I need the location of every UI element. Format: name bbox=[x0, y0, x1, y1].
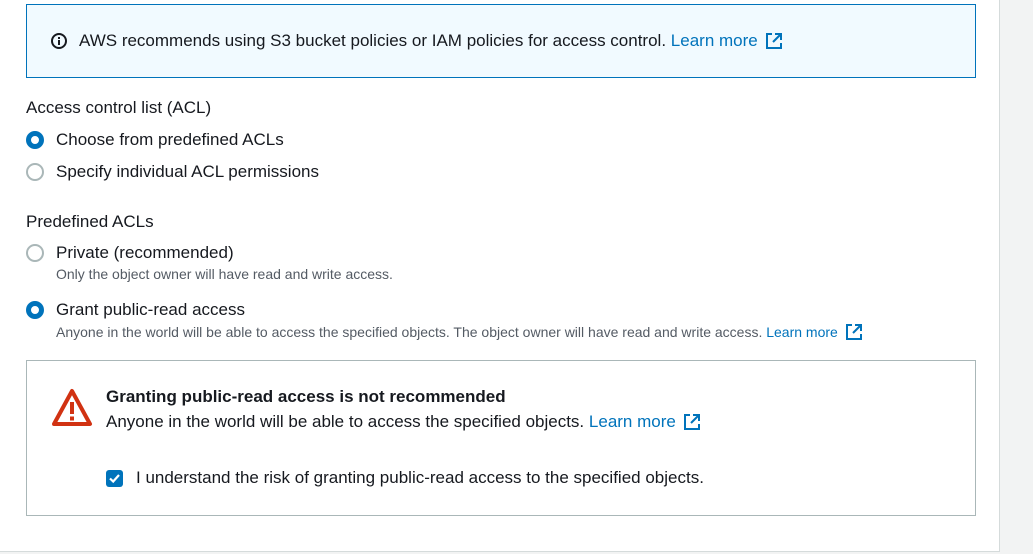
external-link-icon bbox=[845, 323, 863, 341]
radio-private[interactable]: Private (recommended) bbox=[26, 243, 234, 263]
acl-settings-panel: AWS recommends using S3 bucket policies … bbox=[0, 0, 1000, 552]
radio-label: Specify individual ACL permissions bbox=[56, 162, 319, 181]
public-read-learn-more-label: Learn more bbox=[766, 324, 838, 340]
external-link-icon bbox=[765, 32, 783, 50]
radio-indicator[interactable] bbox=[26, 163, 44, 181]
radio-indicator[interactable] bbox=[26, 131, 44, 149]
info-banner-text: AWS recommends using S3 bucket policies … bbox=[79, 31, 667, 50]
warning-learn-more-link[interactable]: Learn more bbox=[589, 412, 701, 432]
radio-private-description: Only the object owner will have read and… bbox=[56, 266, 393, 282]
radio-indicator[interactable] bbox=[26, 301, 44, 319]
predefined-section-label: Predefined ACLs bbox=[26, 212, 154, 231]
radio-label: Grant public-read access bbox=[56, 300, 245, 319]
radio-choose-predefined[interactable]: Choose from predefined ACLs bbox=[26, 130, 284, 150]
radio-public-read-description: Anyone in the world will be able to acce… bbox=[56, 323, 863, 341]
radio-specify-individual[interactable]: Specify individual ACL permissions bbox=[26, 162, 319, 182]
external-link-icon bbox=[683, 413, 701, 431]
acknowledge-risk-checkbox[interactable] bbox=[106, 469, 123, 487]
radio-label: Private (recommended) bbox=[56, 243, 234, 262]
checkmark-icon bbox=[109, 473, 120, 483]
acknowledge-risk-label: I understand the risk of granting public… bbox=[136, 468, 704, 487]
public-read-warning: Granting public-read access is not recom… bbox=[26, 360, 976, 516]
warning-description: Anyone in the world will be able to acce… bbox=[106, 412, 585, 431]
info-icon bbox=[51, 33, 67, 49]
warning-text: Anyone in the world will be able to acce… bbox=[106, 412, 701, 432]
warning-learn-more-label: Learn more bbox=[588, 412, 676, 431]
radio-label: Choose from predefined ACLs bbox=[56, 130, 284, 149]
info-banner: AWS recommends using S3 bucket policies … bbox=[26, 4, 976, 78]
warning-icon bbox=[51, 387, 93, 429]
public-read-learn-more-link[interactable]: Learn more bbox=[766, 323, 863, 341]
acl-section-label: Access control list (ACL) bbox=[26, 98, 212, 117]
public-read-description-text: Anyone in the world will be able to acce… bbox=[56, 324, 763, 340]
warning-title: Granting public-read access is not recom… bbox=[106, 387, 506, 406]
radio-indicator[interactable] bbox=[26, 244, 44, 262]
radio-public-read[interactable]: Grant public-read access bbox=[26, 300, 245, 320]
info-learn-more-label: Learn more bbox=[670, 31, 758, 50]
acknowledge-risk-checkbox-row[interactable]: I understand the risk of granting public… bbox=[106, 468, 704, 488]
info-learn-more-link[interactable]: Learn more bbox=[671, 31, 783, 51]
